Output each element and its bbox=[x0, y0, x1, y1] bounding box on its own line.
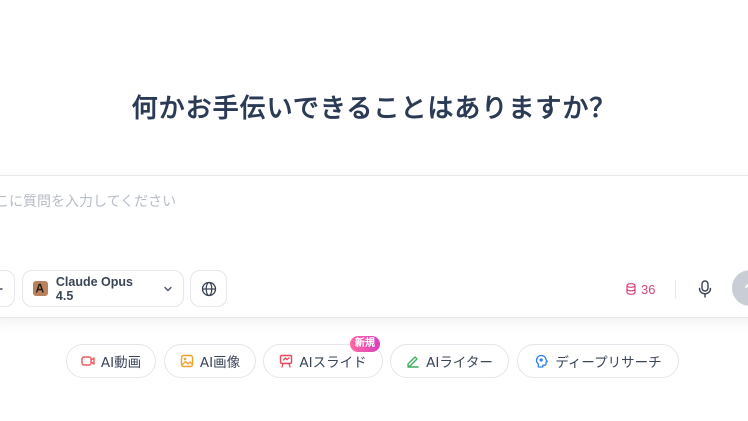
web-search-toggle[interactable] bbox=[190, 270, 227, 307]
send-button[interactable] bbox=[732, 270, 748, 306]
coins-icon bbox=[626, 283, 636, 295]
chip-label: AI動画 bbox=[100, 355, 142, 371]
credit-balance: 36 bbox=[626, 280, 655, 298]
model-name: Claude Opus 4.5 bbox=[55, 274, 133, 303]
model-selector[interactable]: Claude Opus 4.5 bbox=[22, 270, 184, 307]
voice-input-button[interactable] bbox=[695, 278, 715, 300]
pen-icon bbox=[407, 356, 419, 368]
chip-ai-slides[interactable]: AIスライド 新規 bbox=[263, 336, 383, 378]
credit-count: 36 bbox=[641, 281, 656, 297]
divider bbox=[675, 280, 676, 298]
globe-icon bbox=[201, 281, 216, 296]
chip-ai-writer[interactable]: AIライター bbox=[390, 344, 509, 378]
new-badge: 新規 bbox=[350, 336, 380, 352]
chip-deep-research[interactable]: ディープリサーチ bbox=[517, 344, 679, 378]
chip-label: AIライター bbox=[426, 355, 493, 371]
chip-label: AI画像 bbox=[199, 355, 241, 371]
add-attachment-button[interactable] bbox=[0, 270, 15, 307]
video-icon bbox=[81, 356, 95, 366]
image-icon bbox=[180, 354, 194, 368]
page-title: 何かお手伝いできることはありますか？ bbox=[131, 94, 617, 124]
chip-ai-image[interactable]: AI画像 bbox=[164, 344, 256, 378]
arrow-up-icon bbox=[745, 283, 748, 288]
chat-composer: Claude Opus 4.5 36 bbox=[0, 175, 748, 318]
chip-label: AIスライド bbox=[299, 355, 367, 371]
chip-ai-video[interactable]: AI動画 bbox=[66, 344, 156, 378]
chevron-down-icon bbox=[164, 286, 172, 291]
microphone-icon bbox=[698, 280, 712, 298]
prompt-input[interactable] bbox=[0, 190, 581, 214]
plus-icon bbox=[0, 287, 3, 290]
chip-label: ディープリサーチ bbox=[555, 355, 662, 371]
claude-logo-icon bbox=[33, 281, 48, 296]
quick-tools: AI動画 AI画像 AIスライド 新規 AIライター ディープリサーチ bbox=[0, 336, 748, 380]
research-icon bbox=[536, 354, 549, 368]
presentation-icon bbox=[280, 354, 293, 368]
